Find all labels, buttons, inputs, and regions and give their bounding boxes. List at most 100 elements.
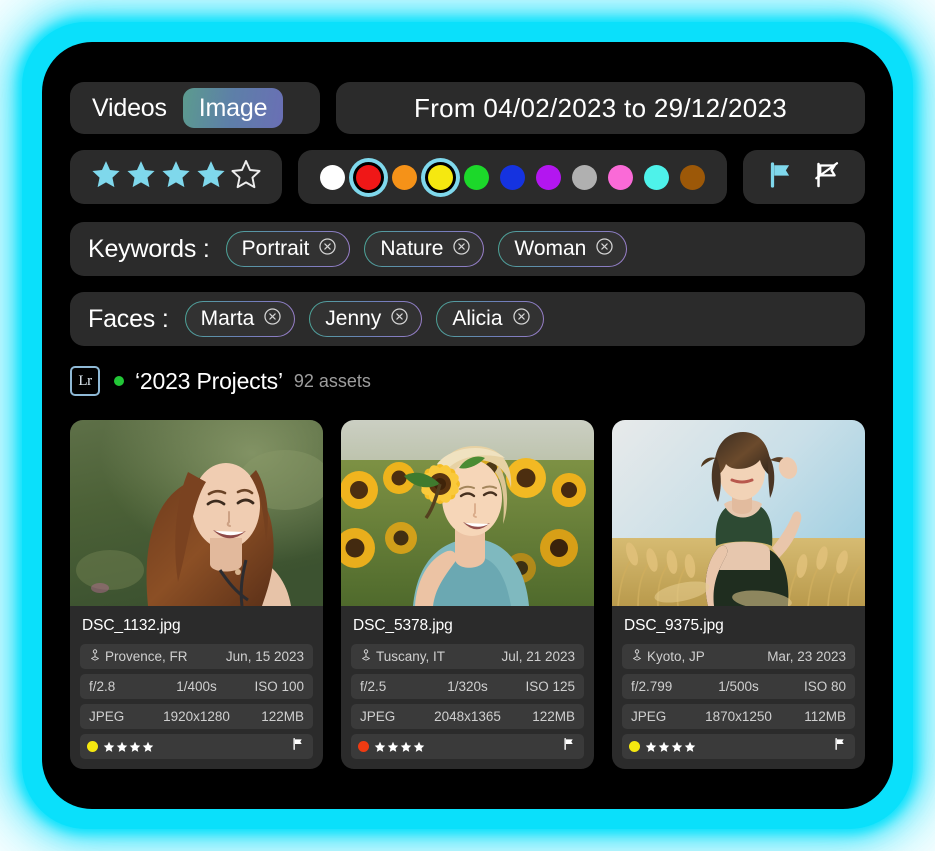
screenshot-root: Videos Image From 04/02/2023 to 29/12/20… — [0, 0, 935, 851]
face-chip-jenny[interactable]: Jenny — [309, 301, 422, 337]
keyword-chip-label: Nature — [380, 237, 444, 260]
asset-star-rating[interactable] — [645, 741, 696, 753]
close-circle-icon[interactable] — [452, 237, 471, 262]
asset-filename: DSC_1132.jpg — [82, 617, 181, 634]
segment-image[interactable]: Image — [182, 88, 284, 128]
asset-footer — [351, 734, 584, 759]
color-swatch-cyan[interactable] — [644, 164, 669, 190]
faces-filter-row: Faces : Marta Jenny Alicia — [70, 292, 865, 346]
keyword-chip-portrait[interactable]: Portrait — [226, 231, 351, 267]
asset-footer — [622, 734, 855, 759]
location-pin-icon — [360, 649, 372, 664]
meta-file: JPEG 2048x1365 122MB — [351, 704, 584, 729]
asset-star-rating[interactable] — [103, 741, 154, 753]
star-icon-4[interactable] — [195, 159, 227, 195]
project-header: Lr ‘2023 Projects’ 92 assets — [70, 364, 371, 398]
flag-icon[interactable] — [766, 160, 796, 195]
asset-filesize: 122MB — [261, 709, 305, 724]
color-swatch-green[interactable] — [464, 164, 489, 190]
close-circle-icon[interactable] — [263, 307, 282, 332]
keywords-label: Keywords : — [88, 234, 210, 263]
meta-file: JPEG 1870x1250 112MB — [622, 704, 855, 729]
keyword-chip-label: Portrait — [241, 237, 310, 260]
keyword-chip-label: Woman — [514, 237, 587, 260]
meta-location-date: Tuscany, IT Jul, 21 2023 — [351, 644, 584, 669]
asset-meta: DSC_5378.jpg Tuscany, IT Jul, 21 2023 f/… — [341, 606, 594, 769]
asset-filesize: 122MB — [532, 709, 576, 724]
asset-location: Provence, FR — [105, 649, 188, 664]
meta-exposure: f/2.799 1/500s ISO 80 — [622, 674, 855, 699]
asset-color-label[interactable] — [87, 741, 98, 752]
asset-date: Jun, 15 2023 — [225, 649, 304, 664]
filter-row-type-and-date: Videos Image From 04/02/2023 to 29/12/20… — [70, 82, 865, 134]
color-swatch-brown[interactable] — [680, 164, 705, 190]
flag-rejected-icon[interactable] — [812, 160, 842, 195]
keyword-chip-woman[interactable]: Woman — [498, 231, 627, 267]
color-swatch-pink[interactable] — [608, 164, 633, 190]
asset-aperture: f/2.8 — [89, 679, 116, 694]
asset-iso: ISO 100 — [254, 679, 305, 694]
filter-row-rating-color-flag — [70, 150, 865, 204]
segment-videos[interactable]: Videos — [76, 88, 183, 128]
color-swatch-yellow[interactable] — [428, 164, 453, 190]
star-icon-2[interactable] — [125, 159, 157, 195]
asset-filesize: 112MB — [804, 709, 847, 724]
star-icon-5-empty[interactable] — [230, 159, 262, 195]
color-label-filter[interactable] — [298, 150, 727, 204]
asset-shutter: 1/500s — [718, 679, 759, 694]
asset-card[interactable]: DSC_9375.jpg Kyoto, JP Mar, 23 2023 f/2.… — [612, 420, 865, 769]
close-circle-icon[interactable] — [595, 237, 614, 262]
asset-location: Tuscany, IT — [376, 649, 446, 664]
keyword-chip-nature[interactable]: Nature — [364, 231, 484, 267]
asset-date: Jul, 21 2023 — [501, 649, 575, 664]
face-chip-marta[interactable]: Marta — [185, 301, 296, 337]
face-chip-label: Alicia — [452, 307, 503, 330]
color-swatch-purple[interactable] — [536, 164, 561, 190]
faces-label: Faces : — [88, 304, 169, 333]
asset-star-rating[interactable] — [374, 741, 425, 753]
asset-color-label[interactable] — [358, 741, 369, 752]
flag-filter-group[interactable] — [743, 150, 865, 204]
project-title: ‘2023 Projects’ — [135, 367, 283, 394]
asset-shutter: 1/320s — [447, 679, 488, 694]
close-circle-icon[interactable] — [390, 307, 409, 332]
face-chip-label: Marta — [200, 307, 255, 330]
asset-flag-icon[interactable] — [833, 737, 847, 756]
asset-card[interactable]: DSC_5378.jpg Tuscany, IT Jul, 21 2023 f/… — [341, 420, 594, 769]
asset-color-label[interactable] — [629, 741, 640, 752]
asset-aperture: f/2.5 — [360, 679, 387, 694]
close-circle-icon[interactable] — [512, 307, 531, 332]
asset-thumbnail[interactable] — [612, 420, 865, 606]
asset-card[interactable]: DSC_1132.jpg Provence, FR Jun, 15 2023 f… — [70, 420, 323, 769]
asset-thumbnail[interactable] — [70, 420, 323, 606]
asset-grid: DSC_1132.jpg Provence, FR Jun, 15 2023 f… — [70, 420, 865, 769]
star-icon-1[interactable] — [90, 159, 122, 195]
asset-flag-icon[interactable] — [291, 737, 305, 756]
color-swatch-gray[interactable] — [572, 164, 597, 190]
asset-thumbnail[interactable] — [341, 420, 594, 606]
date-range-field[interactable]: From 04/02/2023 to 29/12/2023 — [336, 82, 865, 134]
star-icon-3[interactable] — [160, 159, 192, 195]
color-swatch-white[interactable] — [320, 164, 345, 190]
lightroom-badge-icon: Lr — [70, 366, 100, 396]
location-pin-icon — [631, 649, 643, 664]
star-rating-filter[interactable] — [70, 150, 282, 204]
face-chip-alicia[interactable]: Alicia — [436, 301, 543, 337]
meta-exposure: f/2.8 1/400s ISO 100 — [80, 674, 313, 699]
color-swatch-orange[interactable] — [392, 164, 417, 190]
asset-format: JPEG — [631, 709, 667, 724]
asset-footer — [80, 734, 313, 759]
asset-filename: DSC_5378.jpg — [353, 617, 453, 634]
media-type-segmented-control[interactable]: Videos Image — [70, 82, 320, 134]
asset-format: JPEG — [360, 709, 396, 724]
asset-dimensions: 1870x1250 — [705, 709, 772, 724]
close-circle-icon[interactable] — [318, 237, 337, 262]
meta-location-date: Provence, FR Jun, 15 2023 — [80, 644, 313, 669]
color-swatch-red[interactable] — [356, 164, 381, 190]
keywords-filter-row: Keywords : Portrait Nature Woman — [70, 222, 865, 276]
color-swatch-blue[interactable] — [500, 164, 525, 190]
asset-iso: ISO 80 — [803, 679, 847, 694]
asset-iso: ISO 125 — [525, 679, 576, 694]
asset-flag-icon[interactable] — [562, 737, 576, 756]
asset-browser-panel: Videos Image From 04/02/2023 to 29/12/20… — [42, 42, 893, 809]
